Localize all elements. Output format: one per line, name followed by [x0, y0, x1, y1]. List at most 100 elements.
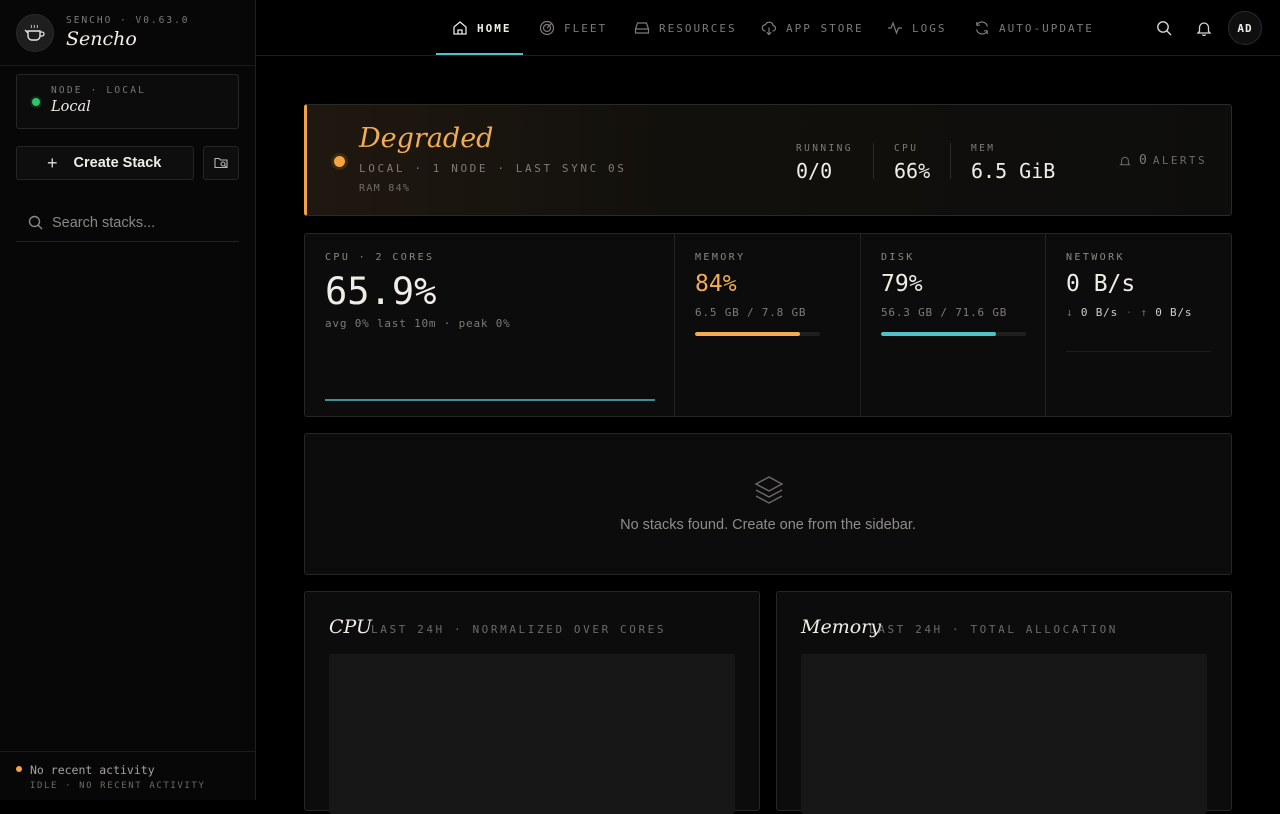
cpu-value: 66% [894, 159, 931, 183]
running-label: RUNNING [796, 143, 853, 154]
memory-chart-subtitle: LAST 24H · TOTAL ALLOCATION [869, 623, 1119, 636]
tab-fleet-label: FLEET [564, 21, 608, 35]
alerts-label: ALERTS [1152, 154, 1207, 167]
activity-icon [888, 21, 902, 35]
cpu-panel-label: CPU · 2 CORES [325, 252, 435, 263]
cpu-chart-area [329, 654, 735, 814]
search-icon [1157, 21, 1172, 36]
tab-resources[interactable]: RESOURCES [634, 0, 737, 56]
tab-resources-label: RESOURCES [659, 21, 737, 35]
tab-fleet[interactable]: FLEET [539, 0, 607, 56]
cloud-download-icon [761, 21, 777, 36]
memory-history-card: Memory LAST 24H · TOTAL ALLOCATION [776, 591, 1232, 814]
bell-icon [1196, 22, 1212, 36]
teapot-logo-icon[interactable] [16, 13, 54, 52]
disk-bar-fill [881, 332, 996, 336]
divider [873, 143, 874, 179]
search-stacks-input[interactable] [52, 214, 232, 231]
cpu-panel-value: 65.9% [325, 270, 437, 313]
bell-icon [1119, 156, 1131, 165]
radar-icon [539, 20, 555, 36]
memory-chart-area [801, 654, 1207, 814]
node-selector[interactable]: NODE · LOCAL Local [16, 74, 239, 129]
create-stack-label: Create Stack [73, 155, 162, 171]
cpu-metric: CPU 66% [894, 143, 930, 183]
tab-app-store-label: APP STORE [786, 21, 864, 35]
memory-bar-fill [695, 332, 800, 336]
mem-value: 6.5 GiB [971, 159, 1056, 183]
tab-home[interactable]: HOME [452, 0, 512, 56]
arrow-up-icon: ↑ [1140, 306, 1148, 319]
activity-status: IDLE · NO RECENT ACTIVITY [30, 781, 206, 791]
disk-value: 79% [881, 271, 923, 297]
plus-icon: + [47, 152, 58, 173]
node-label: NODE · LOCAL [51, 85, 147, 96]
memory-label: MEMORY [695, 252, 746, 263]
activity-message: No recent activity [30, 763, 155, 777]
alerts-indicator[interactable]: 0 ALERTS [1119, 153, 1207, 168]
brand-header: SENCHO · V0.63.0 Sencho [0, 0, 255, 66]
home-icon [453, 21, 467, 35]
mem-label: MEM [971, 143, 996, 154]
tab-auto-update-label: AUTO-UPDATE [999, 21, 1094, 35]
create-stack-button[interactable]: + Create Stack [16, 146, 194, 180]
divider [950, 143, 951, 179]
tab-home-label: HOME [477, 21, 512, 35]
arrow-down-icon: ↓ [1066, 306, 1074, 319]
running-value: 0/0 [796, 159, 833, 183]
cpu-chart-subtitle: LAST 24H · NORMALIZED OVER CORES [371, 623, 667, 636]
network-label: NETWORK [1066, 252, 1125, 263]
activity-footer: No recent activity IDLE · NO RECENT ACTI… [0, 751, 255, 800]
tab-logs[interactable]: LOGS [887, 0, 947, 56]
disk-sub: 56.3 GB / 71.6 GB [881, 306, 1008, 319]
layers-icon [754, 476, 784, 504]
health-status-card: Degraded LOCAL · 1 NODE · LAST SYNC 0S R… [304, 104, 1232, 216]
memory-bar [695, 332, 820, 336]
hard-drive-icon [634, 22, 650, 34]
running-metric: RUNNING 0/0 [796, 143, 853, 183]
user-avatar[interactable]: AD [1228, 11, 1262, 45]
cpu-history-card: CPU LAST 24H · NORMALIZED OVER CORES [304, 591, 760, 814]
top-navigation: HOME FLEET RESOURCES APP STORE LOGS AUTO… [256, 0, 1280, 56]
disk-panel: DISK 79% 56.3 GB / 71.6 GB [860, 234, 1046, 416]
memory-sub: 6.5 GB / 7.8 GB [695, 306, 807, 319]
memory-value: 84% [695, 271, 737, 297]
cpu-chart-title: CPU [329, 616, 373, 638]
empty-state-message: No stacks found. Create one from the sid… [620, 517, 916, 533]
health-status-subtitle: LOCAL · 1 NODE · LAST SYNC 0S [359, 162, 627, 175]
node-name: Local [51, 99, 91, 115]
stacks-empty-state: No stacks found. Create one from the sid… [304, 433, 1232, 575]
tab-auto-update[interactable]: AUTO-UPDATE [974, 0, 1094, 56]
network-value: 0 B/s [1066, 271, 1136, 297]
network-down: 0 B/s [1080, 306, 1118, 319]
health-status-title: Degraded [359, 123, 494, 154]
refresh-icon [975, 21, 989, 35]
tab-app-store[interactable]: APP STORE [761, 0, 864, 56]
disk-bar [881, 332, 1026, 336]
node-status-dot [32, 98, 40, 106]
active-tab-indicator [436, 53, 523, 55]
global-search-button[interactable] [1153, 17, 1175, 39]
system-metrics-card: CPU · 2 CORES 65.9% avg 0% last 10m · pe… [304, 233, 1232, 417]
alerts-count: 0 [1139, 153, 1147, 168]
network-up: 0 B/s [1155, 306, 1193, 319]
folder-search-button[interactable] [203, 146, 239, 180]
network-sparkline [1066, 351, 1211, 352]
sidebar: SENCHO · V0.63.0 Sencho NODE · LOCAL Loc… [0, 0, 256, 800]
tab-logs-label: LOGS [912, 21, 947, 35]
separator: · [1125, 306, 1133, 319]
folder-search-icon [213, 157, 228, 169]
notifications-button[interactable] [1193, 17, 1215, 39]
app-name: Sencho [66, 28, 137, 50]
disk-label: DISK [881, 252, 915, 263]
status-dot [334, 156, 345, 167]
stack-search [16, 204, 239, 242]
cpu-sparkline [325, 399, 655, 401]
memory-panel: MEMORY 84% 6.5 GB / 7.8 GB [674, 234, 860, 416]
network-rates: ↓ 0 B/s · ↑ 0 B/s [1066, 306, 1192, 319]
search-icon [28, 215, 43, 230]
ram-indicator: RAM 84% [359, 183, 411, 194]
cpu-panel-sub: avg 0% last 10m · peak 0% [325, 317, 511, 330]
network-panel: NETWORK 0 B/s ↓ 0 B/s · ↑ 0 B/s [1045, 234, 1231, 416]
app-version: SENCHO · V0.63.0 [66, 15, 190, 26]
